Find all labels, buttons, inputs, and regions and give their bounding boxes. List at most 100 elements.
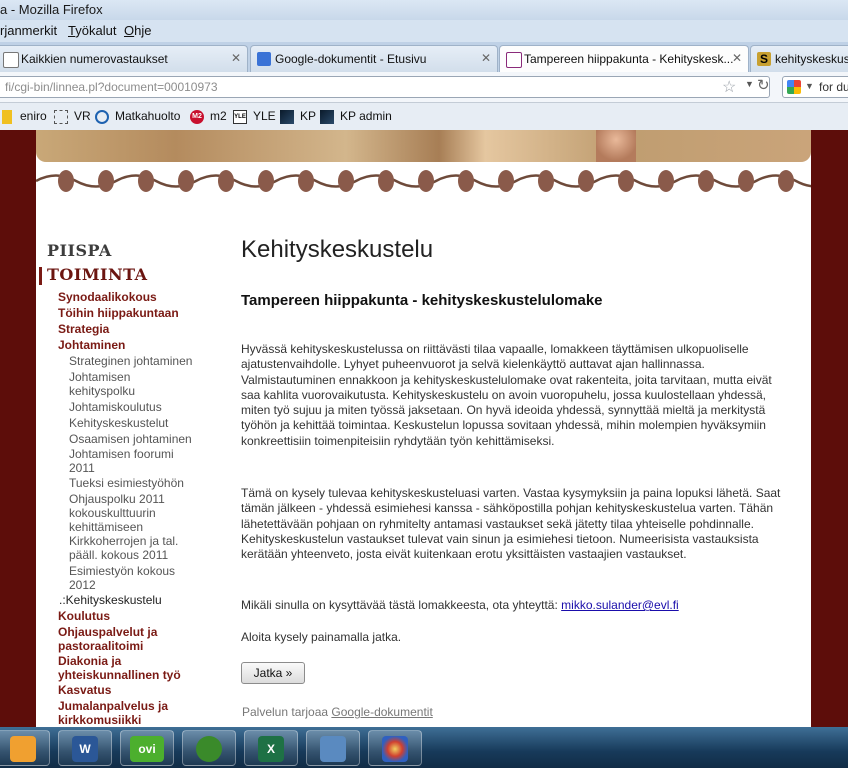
- thorn-knot: [178, 170, 194, 192]
- bookmark-label: m2: [210, 109, 227, 123]
- dropdown-arrow-icon[interactable]: ▼: [805, 81, 814, 91]
- page-viewport: PIISPA TOIMINTA Synodaalikokous Töihin h…: [0, 130, 848, 727]
- contact-paragraph: Mikäli sinulla on kysyttävää tästä lomak…: [241, 598, 781, 613]
- thorn-knot: [578, 170, 594, 192]
- bookmark-star-icon[interactable]: ☆: [722, 77, 736, 97]
- page-title: Kehityskeskustelu: [241, 236, 434, 263]
- sidebar-item-koulutus[interactable]: Koulutus: [58, 609, 110, 623]
- sidebar-subitem-johtamiskoulutus[interactable]: Johtamiskoulutus: [69, 400, 162, 414]
- sidebar-item-diakonia[interactable]: Diakonia ja: [58, 654, 121, 668]
- form-title: Tampereen hiippakunta - kehityskeskustel…: [241, 292, 603, 309]
- dotted-square-icon: [54, 110, 68, 124]
- taskbar-ovi[interactable]: ovi: [120, 730, 174, 766]
- thorn-knot: [378, 170, 394, 192]
- thorn-knot: [658, 170, 674, 192]
- sidebar-subitem-tueksi-esimiestyohon[interactable]: Tueksi esimiestyöhön: [69, 476, 184, 490]
- sidebar-subitem-kirkkoherrojen-kokous[interactable]: Kirkkoherrojen ja tal.: [69, 534, 178, 548]
- windows-taskbar: W ovi X: [0, 727, 848, 768]
- window-title: a - Mozilla Firefox: [0, 2, 103, 17]
- contact-text: Mikäli sinulla on kysyttävää tästä lomak…: [241, 598, 562, 612]
- sidebar-item-diakonia-2[interactable]: yhteiskunnallinen työ: [58, 668, 181, 682]
- sidebar-item-kasvatus[interactable]: Kasvatus: [58, 683, 111, 697]
- sidebar-subitem-johtamisen-foorumi-2[interactable]: 2011: [69, 461, 95, 475]
- sidebar-item-ohjauspalvelut[interactable]: Ohjauspalvelut ja: [58, 625, 157, 639]
- taskbar-word[interactable]: W: [58, 730, 112, 766]
- thorn-knot: [698, 170, 714, 192]
- close-icon[interactable]: ✕: [481, 51, 491, 65]
- menu-help[interactable]: Ohje: [124, 23, 151, 38]
- tab-tampereen-hiippakunta[interactable]: Tampereen hiippakunta - Kehityskesk... ✕: [499, 45, 749, 73]
- section-piispa[interactable]: PIISPA: [47, 241, 112, 260]
- address-bar[interactable]: fi/cgi-bin/linnea.pl?document=00010973 ☆…: [0, 76, 770, 98]
- taskbar-control-panel[interactable]: [306, 730, 360, 766]
- taskbar-outlook[interactable]: [0, 730, 50, 766]
- sidebar-item-toihin-hiippakuntaan[interactable]: Töihin hiippakuntaan: [58, 306, 179, 320]
- contact-email-link[interactable]: mikko.sulander@evl.fi: [561, 598, 679, 612]
- kp-icon: [280, 110, 294, 124]
- tab-label: kehityskeskus: [775, 52, 848, 66]
- sidebar-subitem-ohjauspolku-2[interactable]: kokouskulttuurin: [69, 506, 156, 520]
- bookmark-label: Matkahuolto: [115, 109, 181, 123]
- sidebar-subitem-ohjauspolku-3[interactable]: kehittämiseen: [69, 520, 143, 534]
- tab-kehityskeskus[interactable]: S kehityskeskus: [750, 45, 848, 72]
- sidebar-item-strategia[interactable]: Strategia: [58, 322, 109, 336]
- kp-admin-icon: [320, 110, 334, 124]
- tab-label: Tampereen hiippakunta - Kehityskesk...: [524, 52, 734, 66]
- tab-label: Kaikkien numerovastaukset: [21, 52, 168, 66]
- thorn-knot: [738, 170, 754, 192]
- sidebar-item-ohjauspalvelut-2[interactable]: pastoraalitoimi: [58, 639, 143, 653]
- sidebar-subitem-esimiestyon-kokous-2[interactable]: 2012: [69, 578, 96, 592]
- section-toiminta[interactable]: TOIMINTA: [47, 265, 148, 284]
- menu-bookmarks[interactable]: rjanmerkit: [0, 23, 57, 38]
- sidebar-subitem-kehityskeskustelu-current[interactable]: .:Kehityskeskustelu: [59, 593, 162, 607]
- current-section-marker: [39, 267, 42, 285]
- thorn-knot: [338, 170, 354, 192]
- search-box[interactable]: ▼ for du: [782, 76, 848, 98]
- bookmark-label: VR: [74, 109, 91, 123]
- sidebar-item-jumalanpalvelus[interactable]: Jumalanpalvelus ja: [58, 699, 168, 713]
- menu-tools[interactable]: Työkalut: [68, 23, 116, 38]
- matkahuolto-icon: [95, 110, 109, 124]
- sidebar-subitem-osaamisen-johtaminen[interactable]: Osaamisen johtaminen: [69, 432, 192, 446]
- sidebar-item-jumalanpalvelus-2[interactable]: kirkkomusiikki: [58, 713, 141, 727]
- window-title-bar: a - Mozilla Firefox: [0, 0, 848, 20]
- thorn-knot: [58, 170, 74, 192]
- reload-icon[interactable]: ↻: [757, 76, 770, 94]
- bookmark-label: YLE: [253, 109, 276, 123]
- taskbar-spotify[interactable]: [182, 730, 236, 766]
- thorn-knot: [98, 170, 114, 192]
- sidebar-subitem-johtamisen-foorumi[interactable]: Johtamisen foorumi: [69, 447, 174, 461]
- church-icon: [506, 52, 522, 68]
- google-docs-link[interactable]: Google-dokumentit: [331, 705, 432, 719]
- sidebar-item-synodaalikokous[interactable]: Synodaalikokous: [58, 290, 157, 304]
- google-icon: [787, 80, 801, 94]
- thorn-knot: [218, 170, 234, 192]
- spotify-icon: [196, 736, 222, 762]
- bookmark-label: KP admin: [340, 109, 392, 123]
- sidebar-item-johtaminen[interactable]: Johtaminen: [58, 338, 125, 352]
- close-icon[interactable]: ✕: [732, 51, 742, 65]
- sidebar-subitem-johtamisen-kehityspolku[interactable]: Johtamisen: [69, 370, 130, 384]
- sidebar-subitem-ohjauspolku[interactable]: Ohjauspolku 2011: [69, 492, 165, 506]
- taskbar-paint[interactable]: [368, 730, 422, 766]
- taskbar-excel[interactable]: X: [244, 730, 298, 766]
- close-icon[interactable]: ✕: [231, 51, 241, 65]
- dropdown-arrow-icon[interactable]: ▼: [745, 79, 754, 89]
- outlook-icon: [10, 736, 36, 762]
- continue-button[interactable]: Jatka »: [241, 662, 305, 684]
- sidebar-subitem-strateginen-johtaminen[interactable]: Strateginen johtaminen: [69, 354, 192, 368]
- url-text: fi/cgi-bin/linnea.pl?document=00010973: [5, 80, 218, 94]
- spreadsheet-icon: [3, 52, 19, 68]
- sidebar-subitem-kirkkoherrojen-kokous-2[interactable]: pääll. kokous 2011: [69, 548, 168, 562]
- thorn-border-decoration: [36, 164, 811, 198]
- tab-numerovastaukset[interactable]: Kaikkien numerovastaukset ✕: [0, 45, 248, 72]
- thorn-knot: [498, 170, 514, 192]
- thorn-knot: [458, 170, 474, 192]
- sidebar-subitem-johtamisen-kehityspolku-2[interactable]: kehityspolku: [69, 384, 135, 398]
- tab-google-docs[interactable]: Google-dokumentit - Etusivu ✕: [250, 45, 498, 72]
- thorn-knot: [778, 170, 794, 192]
- banner-figure: [596, 130, 636, 162]
- sidebar-subitem-kehityskeskustelut[interactable]: Kehityskeskustelut: [69, 416, 168, 430]
- eniro-icon: [2, 110, 12, 124]
- sidebar-subitem-esimiestyon-kokous[interactable]: Esimiestyön kokous: [69, 564, 175, 578]
